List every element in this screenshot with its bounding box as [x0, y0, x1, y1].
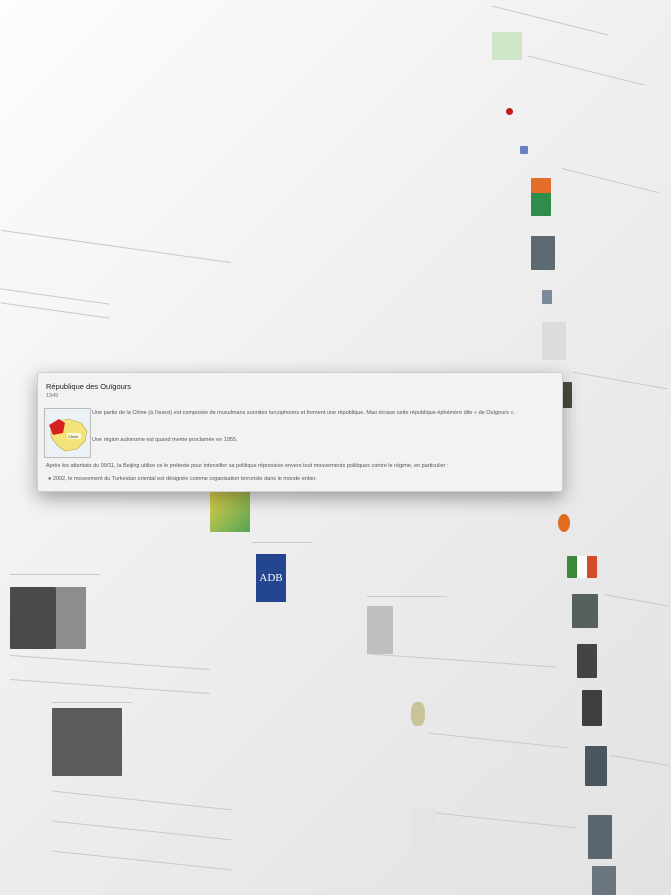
event-bullet-text: 2002, le mouvement du Turkestan oriental…	[52, 476, 317, 482]
photo-thumbnail	[588, 815, 612, 859]
photo-thumbnail	[562, 382, 572, 408]
map-label: Chine	[68, 434, 79, 439]
ghost-text-line	[604, 594, 670, 607]
ghost-text-line	[428, 732, 568, 749]
event-paragraph: Une région autonome est quand meme procl…	[92, 437, 238, 443]
world-map-thumbnail	[492, 32, 522, 60]
ghost-text-line	[10, 679, 210, 694]
ghost-text-line	[527, 55, 645, 86]
photo-thumbnail	[585, 746, 607, 786]
ghost-text-line	[252, 542, 312, 543]
map-thumbnail	[542, 322, 566, 360]
adb-logo: ADB	[256, 554, 286, 602]
photo-thumbnail	[572, 594, 598, 628]
sun-icon	[558, 514, 570, 532]
map-thumbnail	[412, 808, 438, 850]
ghost-text-line	[52, 820, 232, 841]
ghost-text-line	[367, 596, 447, 597]
ghost-text-line	[10, 655, 210, 670]
china-map-image: Chine	[45, 409, 90, 457]
photo-thumbnail	[577, 644, 597, 678]
event-paragraph: Une partie de la Chine (à l'ouest) est c…	[92, 410, 515, 416]
photo-thumbnail	[582, 690, 602, 726]
flag-thumbnail	[531, 178, 551, 216]
ghost-text-line	[572, 371, 668, 390]
photo-thumbnail	[52, 708, 122, 776]
emblem-thumbnail	[411, 702, 425, 726]
photo-thumbnail	[10, 587, 56, 649]
flag-thumbnail	[520, 146, 528, 154]
event-bullet-item: ● 2002, le mouvement du Turkestan orient…	[48, 476, 317, 482]
ghost-text-line	[10, 574, 100, 575]
map-thumbnail	[367, 606, 393, 654]
event-card[interactable]: République des Ouïgours 1949 Chine Une p…	[37, 372, 563, 492]
ghost-text-line	[52, 850, 232, 871]
ghost-text-line	[52, 790, 232, 811]
photo-thumbnail	[542, 290, 552, 304]
ghost-text-line	[1, 229, 231, 264]
ghost-text-line	[491, 5, 609, 36]
photo-thumbnail	[531, 236, 555, 270]
event-paragraph: Après les attentats du 09/11, la Beijing…	[46, 463, 449, 469]
event-year: 1949	[46, 393, 59, 399]
flag-thumbnail	[567, 556, 597, 578]
photo-thumbnail	[56, 587, 86, 649]
ghost-text-line	[610, 754, 670, 767]
red-dot-icon	[506, 108, 513, 115]
ghost-text-line	[52, 702, 132, 703]
ghost-text-line	[0, 302, 110, 319]
event-title: République des Ouïgours	[46, 382, 132, 391]
map-thumbnail	[210, 490, 250, 532]
photo-thumbnail	[592, 866, 616, 895]
ghost-text-line	[0, 288, 110, 305]
china-map-thumbnail: Chine	[44, 408, 91, 458]
ghost-text-line	[561, 167, 659, 194]
ghost-text-line	[436, 812, 576, 829]
ghost-text-line	[367, 653, 557, 668]
